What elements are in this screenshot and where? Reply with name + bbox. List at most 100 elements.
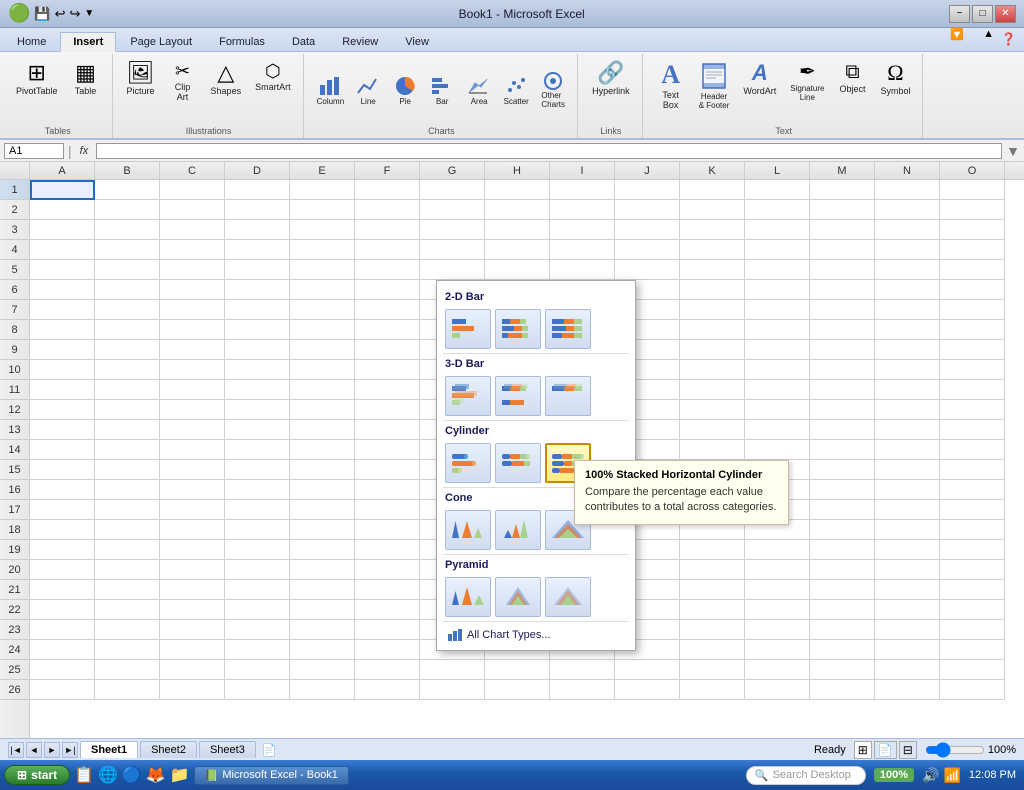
cell-D3[interactable] <box>225 220 290 240</box>
cell-C11[interactable] <box>160 380 225 400</box>
search-box[interactable]: 🔍 Search Desktop <box>746 766 866 785</box>
cell-F10[interactable] <box>355 360 420 380</box>
cell-E24[interactable] <box>290 640 355 660</box>
cell-B18[interactable] <box>95 520 160 540</box>
sheet-nav-last[interactable]: ►| <box>62 742 78 758</box>
cell-A12[interactable] <box>30 400 95 420</box>
cell-D17[interactable] <box>225 500 290 520</box>
cell-A2[interactable] <box>30 200 95 220</box>
col-header-A[interactable]: A <box>30 162 95 179</box>
col-header-C[interactable]: C <box>160 162 225 179</box>
cell-N9[interactable] <box>875 340 940 360</box>
cell-E11[interactable] <box>290 380 355 400</box>
cell-E19[interactable] <box>290 540 355 560</box>
cell-O8[interactable] <box>940 320 1005 340</box>
cell-K24[interactable] <box>680 640 745 660</box>
cell-M7[interactable] <box>810 300 875 320</box>
cell-D18[interactable] <box>225 520 290 540</box>
cell-J3[interactable] <box>615 220 680 240</box>
cell-O22[interactable] <box>940 600 1005 620</box>
cell-D21[interactable] <box>225 580 290 600</box>
cell-C2[interactable] <box>160 200 225 220</box>
cell-M5[interactable] <box>810 260 875 280</box>
taskbar-icon-4[interactable]: 🦊 <box>146 765 166 785</box>
cell-E5[interactable] <box>290 260 355 280</box>
cell-F23[interactable] <box>355 620 420 640</box>
cell-A3[interactable] <box>30 220 95 240</box>
cell-F11[interactable] <box>355 380 420 400</box>
line-chart-button[interactable]: Line <box>350 72 386 109</box>
col-header-L[interactable]: L <box>745 162 810 179</box>
cell-O14[interactable] <box>940 440 1005 460</box>
cell-A7[interactable] <box>30 300 95 320</box>
cell-B11[interactable] <box>95 380 160 400</box>
col-header-N[interactable]: N <box>875 162 940 179</box>
cell-B22[interactable] <box>95 600 160 620</box>
clustered-bar-2d-button[interactable] <box>445 309 491 349</box>
cell-A21[interactable] <box>30 580 95 600</box>
cell-E17[interactable] <box>290 500 355 520</box>
cell-K25[interactable] <box>680 660 745 680</box>
cell-A14[interactable] <box>30 440 95 460</box>
cell-N2[interactable] <box>875 200 940 220</box>
cell-K6[interactable] <box>680 280 745 300</box>
cell-N20[interactable] <box>875 560 940 580</box>
cell-B12[interactable] <box>95 400 160 420</box>
all-chart-types-button[interactable]: All Chart Types... <box>443 621 629 644</box>
tab-insert[interactable]: Insert <box>60 32 116 52</box>
cell-C22[interactable] <box>160 600 225 620</box>
cell-C20[interactable] <box>160 560 225 580</box>
cell-K1[interactable] <box>680 180 745 200</box>
100stacked-pyramid-button[interactable] <box>545 577 591 617</box>
cell-C12[interactable] <box>160 400 225 420</box>
cell-E3[interactable] <box>290 220 355 240</box>
cell-D11[interactable] <box>225 380 290 400</box>
signature-line-button[interactable]: ✒ SignatureLine <box>784 58 830 106</box>
cell-E2[interactable] <box>290 200 355 220</box>
page-layout-view-button[interactable]: 📄 <box>874 741 897 759</box>
cell-L3[interactable] <box>745 220 810 240</box>
cell-O1[interactable] <box>940 180 1005 200</box>
cell-C5[interactable] <box>160 260 225 280</box>
cell-E15[interactable] <box>290 460 355 480</box>
smartart-button[interactable]: ⬡ SmartArt <box>249 58 297 96</box>
col-header-M[interactable]: M <box>810 162 875 179</box>
cell-M2[interactable] <box>810 200 875 220</box>
cell-C21[interactable] <box>160 580 225 600</box>
sheet-nav-prev[interactable]: ◄ <box>26 742 42 758</box>
cell-D12[interactable] <box>225 400 290 420</box>
function-button[interactable]: fx <box>76 145 93 157</box>
cell-B4[interactable] <box>95 240 160 260</box>
col-header-H[interactable]: H <box>485 162 550 179</box>
cell-E25[interactable] <box>290 660 355 680</box>
cell-F15[interactable] <box>355 460 420 480</box>
cell-D7[interactable] <box>225 300 290 320</box>
tab-pagelayout[interactable]: Page Layout <box>117 32 205 51</box>
col-header-G[interactable]: G <box>420 162 485 179</box>
cell-L11[interactable] <box>745 380 810 400</box>
cell-N26[interactable] <box>875 680 940 700</box>
cell-E9[interactable] <box>290 340 355 360</box>
cell-I1[interactable] <box>550 180 615 200</box>
cell-F24[interactable] <box>355 640 420 660</box>
cell-F7[interactable] <box>355 300 420 320</box>
cell-K5[interactable] <box>680 260 745 280</box>
picture-button[interactable]: 🖼 Picture <box>121 58 161 100</box>
cell-F21[interactable] <box>355 580 420 600</box>
cell-O13[interactable] <box>940 420 1005 440</box>
cell-L10[interactable] <box>745 360 810 380</box>
cell-D15[interactable] <box>225 460 290 480</box>
cell-N16[interactable] <box>875 480 940 500</box>
cell-E7[interactable] <box>290 300 355 320</box>
cell-K12[interactable] <box>680 400 745 420</box>
cell-E1[interactable] <box>290 180 355 200</box>
cell-F2[interactable] <box>355 200 420 220</box>
sheet-nav-first[interactable]: |◄ <box>8 742 24 758</box>
cell-D9[interactable] <box>225 340 290 360</box>
cell-O7[interactable] <box>940 300 1005 320</box>
cell-O17[interactable] <box>940 500 1005 520</box>
cell-O23[interactable] <box>940 620 1005 640</box>
cell-N10[interactable] <box>875 360 940 380</box>
cell-E16[interactable] <box>290 480 355 500</box>
cell-N11[interactable] <box>875 380 940 400</box>
